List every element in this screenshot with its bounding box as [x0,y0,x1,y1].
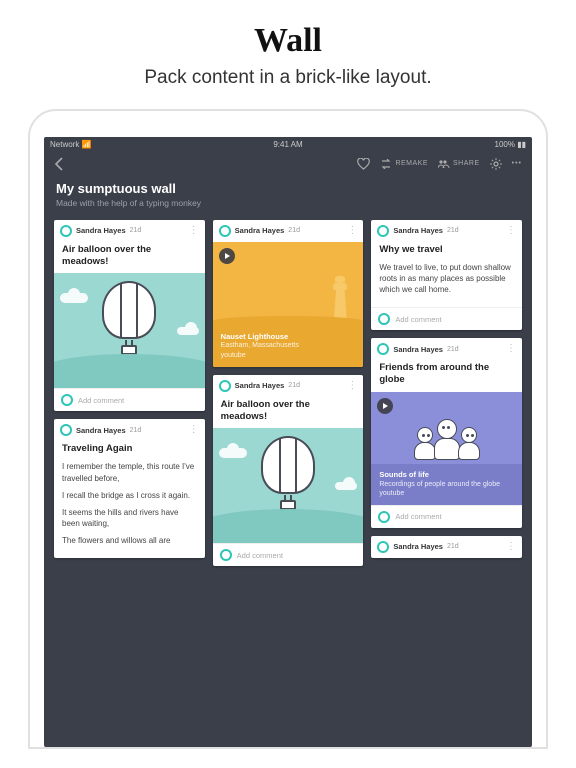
status-time: 9:41 AM [273,140,302,149]
avatar [219,225,231,237]
people-illustration [371,392,522,464]
lighthouse-illustration [213,242,364,326]
card-menu[interactable]: ⋮ [347,226,357,236]
balloon-illustration [54,273,205,388]
tablet-frame: Network 📶 9:41 AM 100% ▮▮ REMAKE SHARE •… [28,109,548,749]
share-button[interactable]: SHARE [438,159,480,169]
card-author: Sandra Hayes [235,226,285,235]
add-comment[interactable]: Add comment [371,307,522,330]
promo-subtitle: Pack content in a brick-like layout. [20,66,556,91]
card-title: Air balloon over the meadows! [213,397,364,429]
avatar [378,313,390,325]
play-icon[interactable] [219,248,235,264]
card-author: Sandra Hayes [76,226,126,235]
status-battery: 100% ▮▮ [495,140,527,149]
card-author: Sandra Hayes [393,226,443,235]
dots-icon: ••• [512,160,522,167]
wall-subtitle: Made with the help of a typing monkey [56,198,520,208]
avatar [61,394,73,406]
card-author: Sandra Hayes [393,345,443,354]
card-friends[interactable]: Sandra Hayes 21d ⋮ Friends from around t… [371,338,522,528]
promo-title: Wall [20,22,556,60]
card-age: 21d [447,346,459,353]
repeat-icon [380,159,392,169]
card-age: 21d [288,227,300,234]
status-bar: Network 📶 9:41 AM 100% ▮▮ [44,137,532,152]
avatar [60,424,72,436]
like-button[interactable] [357,158,370,170]
card-author: Sandra Hayes [393,542,443,551]
card-age: 21d [447,227,459,234]
card-partial[interactable]: Sandra Hayes 21d ⋮ [371,536,522,558]
avatar [377,541,389,553]
card-body: We travel to live, to put down shallow r… [371,262,522,308]
card-title: Why we travel [371,242,522,262]
card-age: 21d [288,382,300,389]
card-lighthouse[interactable]: Sandra Hayes 21d ⋮ Nauset Lighthouse Eas… [213,220,364,367]
avatar [220,549,232,561]
card-menu[interactable]: ⋮ [506,542,516,552]
avatar [377,343,389,355]
toolbar: REMAKE SHARE ••• [44,152,532,173]
add-comment[interactable]: Add comment [54,388,205,411]
status-network: Network 📶 [50,140,92,149]
card-traveling[interactable]: Sandra Hayes 21d ⋮ Traveling Again I rem… [54,419,205,558]
card-balloon-1[interactable]: Sandra Hayes 21d ⋮ Air balloon over the … [54,220,205,412]
card-menu[interactable]: ⋮ [506,226,516,236]
card-author: Sandra Hayes [235,381,285,390]
heart-icon [357,158,370,170]
gear-icon [490,158,502,170]
card-age: 21d [130,227,142,234]
card-balloon-2[interactable]: Sandra Hayes 21d ⋮ Air balloon over the … [213,375,364,567]
card-why-travel[interactable]: Sandra Hayes 21d ⋮ Why we travel We trav… [371,220,522,330]
app-screen: Network 📶 9:41 AM 100% ▮▮ REMAKE SHARE •… [44,137,532,747]
people-icon [438,159,450,169]
card-menu[interactable]: ⋮ [189,226,199,236]
card-age: 21d [130,427,142,434]
card-author: Sandra Hayes [76,426,126,435]
video-caption: Nauset Lighthouse Eastham, Massachusetts… [213,326,364,367]
card-menu[interactable]: ⋮ [506,344,516,354]
card-title: Traveling Again [54,441,205,461]
card-title: Friends from around the globe [371,360,522,392]
add-comment[interactable]: Add comment [213,543,364,566]
settings-button[interactable] [490,158,502,170]
balloon-illustration [213,428,364,543]
more-button[interactable]: ••• [512,160,522,167]
avatar [378,511,390,523]
add-comment[interactable]: Add comment [371,505,522,528]
remake-button[interactable]: REMAKE [380,159,428,169]
card-age: 21d [447,543,459,550]
wall-title: My sumptuous wall [56,181,520,196]
avatar [377,225,389,237]
card-body: I remember the temple, this route I've t… [54,461,205,558]
video-caption: Sounds of life Recordings of people arou… [371,464,522,505]
card-menu[interactable]: ⋮ [347,381,357,391]
avatar [219,380,231,392]
wifi-icon: 📶 [82,140,92,149]
card-menu[interactable]: ⋮ [189,425,199,435]
play-icon[interactable] [377,398,393,414]
back-button[interactable] [54,157,66,171]
card-title: Air balloon over the meadows! [54,242,205,274]
avatar [60,225,72,237]
